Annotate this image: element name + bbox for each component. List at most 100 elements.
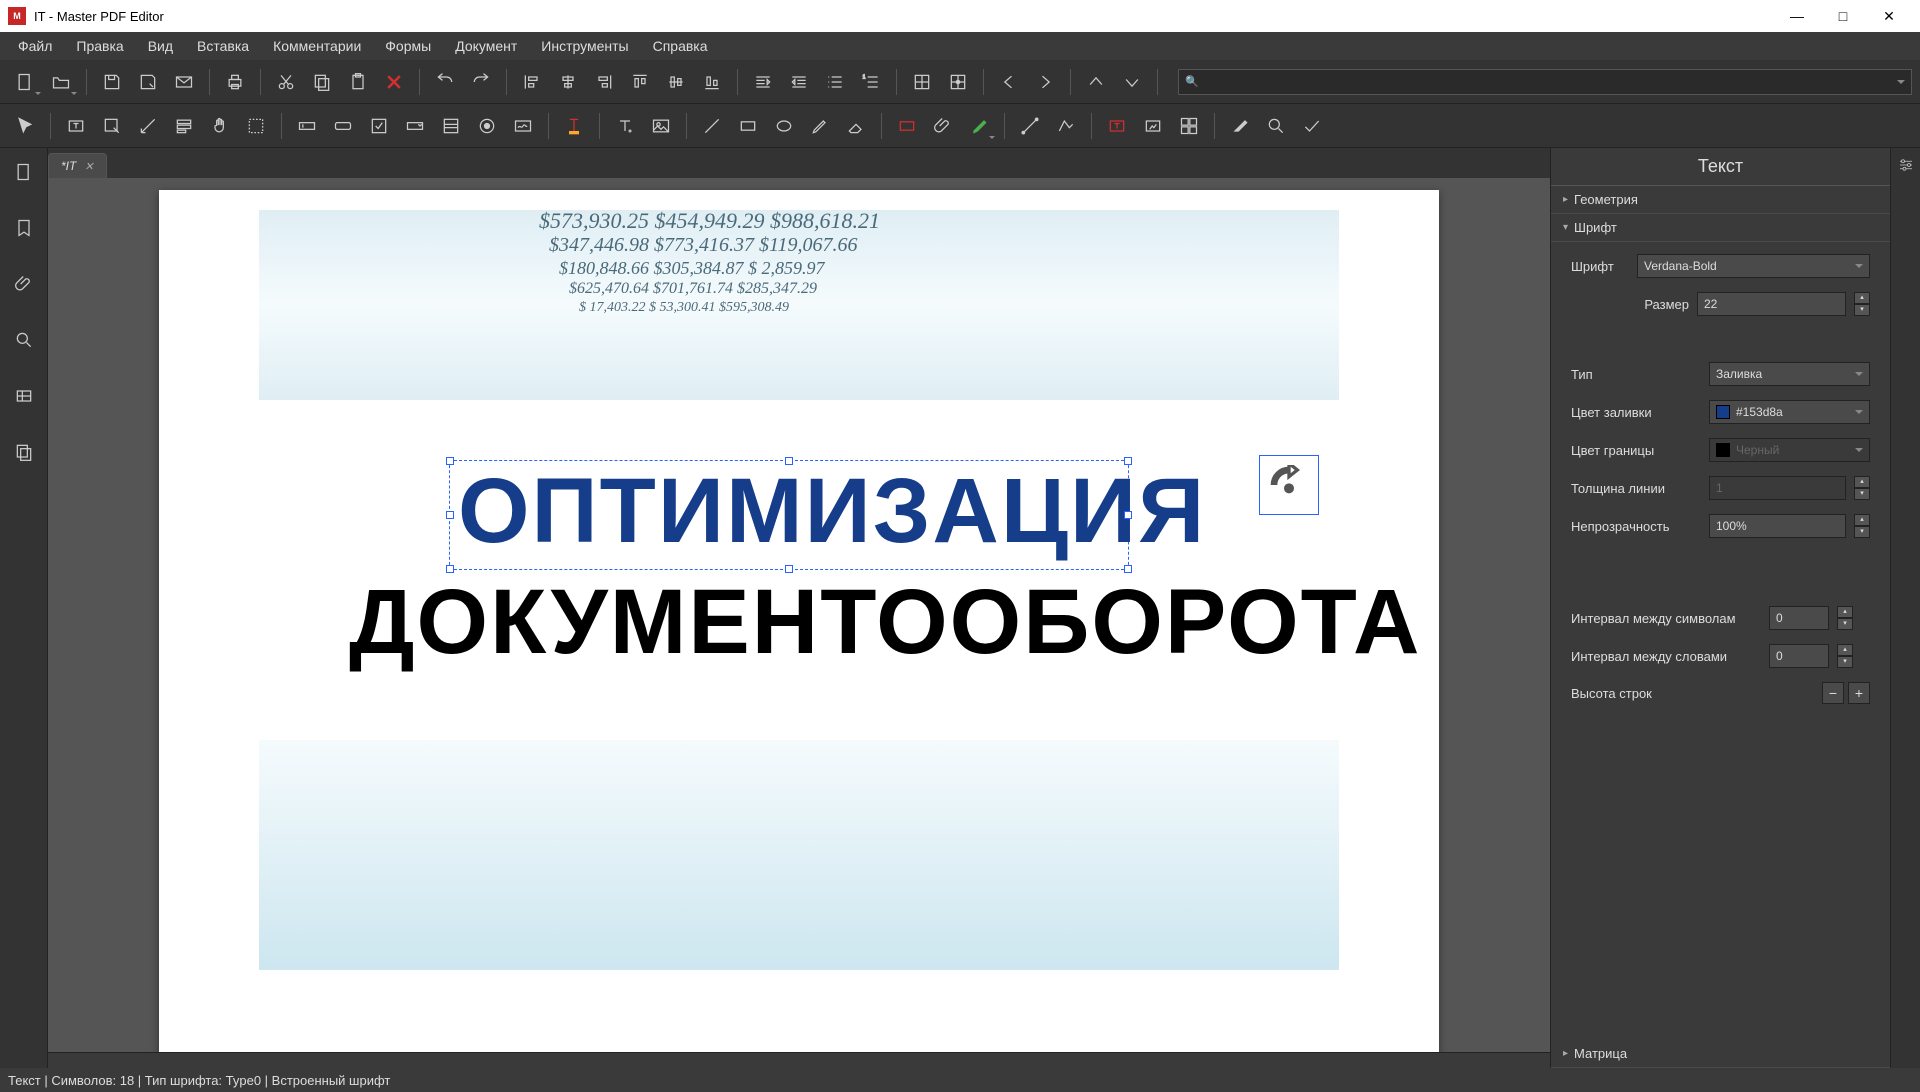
measure-line-tool[interactable]	[1013, 109, 1047, 143]
list-button[interactable]	[818, 65, 852, 99]
new-file-button[interactable]	[8, 65, 42, 99]
font-select[interactable]: Verdana-Bold	[1637, 254, 1870, 278]
wordspace-spinner[interactable]: ▴▾	[1837, 644, 1853, 668]
rotate-handle[interactable]	[1259, 455, 1319, 515]
scroll-down-button[interactable]	[1115, 65, 1149, 99]
section-matrix[interactable]: ▸Матрица	[1551, 1040, 1890, 1068]
combobox-tool[interactable]	[398, 109, 432, 143]
menu-help[interactable]: Справка	[643, 34, 718, 58]
highlight-area-tool[interactable]	[962, 109, 996, 143]
close-button[interactable]: ✕	[1866, 0, 1912, 32]
pages-button[interactable]	[8, 436, 40, 468]
search-box[interactable]: 🔍	[1178, 69, 1912, 95]
edit-form-tool[interactable]	[167, 109, 201, 143]
layers-button[interactable]	[8, 380, 40, 412]
type-select[interactable]: Заливка	[1709, 362, 1870, 386]
select-tool[interactable]	[8, 109, 42, 143]
redact-tool[interactable]	[1223, 109, 1257, 143]
snap-button[interactable]	[941, 65, 975, 99]
attachments-button[interactable]	[8, 268, 40, 300]
undo-button[interactable]	[428, 65, 462, 99]
menu-view[interactable]: Вид	[138, 34, 183, 58]
grid-button[interactable]	[905, 65, 939, 99]
bookmarks-button[interactable]	[8, 212, 40, 244]
delete-button[interactable]	[377, 65, 411, 99]
edit-text-tool[interactable]	[59, 109, 93, 143]
line-tool[interactable]	[695, 109, 729, 143]
align-bottom-button[interactable]	[695, 65, 729, 99]
hand-tool[interactable]	[203, 109, 237, 143]
button-tool[interactable]	[326, 109, 360, 143]
menu-edit[interactable]: Правка	[66, 34, 133, 58]
open-file-button[interactable]	[44, 65, 78, 99]
settings-icon[interactable]	[1897, 156, 1915, 177]
file-tab[interactable]: *IT ✕	[48, 153, 107, 178]
save-as-button[interactable]	[131, 65, 165, 99]
text-line2[interactable]: ДОКУМЕНТООБОРОТА	[349, 570, 1421, 675]
next-page-button[interactable]	[1028, 65, 1062, 99]
fill-color-select[interactable]: #153d8a	[1709, 400, 1870, 424]
horizontal-scrollbar[interactable]	[48, 1052, 1550, 1068]
menu-file[interactable]: Файл	[8, 34, 62, 58]
align-center-h-button[interactable]	[551, 65, 585, 99]
tab-close-icon[interactable]: ✕	[84, 160, 93, 173]
radio-tool[interactable]	[470, 109, 504, 143]
cut-button[interactable]	[269, 65, 303, 99]
align-middle-button[interactable]	[659, 65, 693, 99]
highlight-tool[interactable]	[557, 109, 591, 143]
initials-tool[interactable]	[1172, 109, 1206, 143]
menu-tools[interactable]: Инструменты	[531, 34, 638, 58]
select-text-tool[interactable]	[239, 109, 273, 143]
text-field-tool[interactable]	[290, 109, 324, 143]
menu-comments[interactable]: Комментарии	[263, 34, 371, 58]
minimize-button[interactable]: —	[1774, 0, 1820, 32]
listbox-tool[interactable]	[434, 109, 468, 143]
align-right-button[interactable]	[587, 65, 621, 99]
align-left-button[interactable]	[515, 65, 549, 99]
paste-button[interactable]	[341, 65, 375, 99]
eraser-tool[interactable]	[839, 109, 873, 143]
checkbox-tool[interactable]	[362, 109, 396, 143]
rectangle-tool[interactable]	[731, 109, 765, 143]
print-button[interactable]	[218, 65, 252, 99]
email-button[interactable]	[167, 65, 201, 99]
indent-right-button[interactable]	[782, 65, 816, 99]
copy-button[interactable]	[305, 65, 339, 99]
checkmark-tool[interactable]	[1295, 109, 1329, 143]
edit-object-tool[interactable]	[95, 109, 129, 143]
size-input[interactable]: 22	[1697, 292, 1846, 316]
attachment-tool[interactable]	[926, 109, 960, 143]
charspace-spinner[interactable]: ▴▾	[1837, 606, 1853, 630]
rect-annotation-tool[interactable]	[890, 109, 924, 143]
add-text-tool[interactable]	[608, 109, 642, 143]
signature-tool[interactable]	[506, 109, 540, 143]
charspace-input[interactable]: 0	[1769, 606, 1829, 630]
lineheight-plus[interactable]: +	[1848, 682, 1870, 704]
redo-button[interactable]	[464, 65, 498, 99]
size-spinner[interactable]: ▴▾	[1854, 292, 1870, 316]
measure-poly-tool[interactable]	[1049, 109, 1083, 143]
maximize-button[interactable]: □	[1820, 0, 1866, 32]
search-input[interactable]	[1205, 75, 1891, 89]
canvas-area[interactable]: $573,930.25 $454,949.29 $988,618.21 $347…	[48, 178, 1550, 1052]
search-tool[interactable]	[1259, 109, 1293, 143]
opacity-spinner[interactable]: ▴▾	[1854, 514, 1870, 538]
text-box-tool[interactable]	[1100, 109, 1134, 143]
edit-vector-tool[interactable]	[131, 109, 165, 143]
search-sidebar-button[interactable]	[8, 324, 40, 356]
thumbnails-button[interactable]	[8, 156, 40, 188]
stamp-tool[interactable]	[1136, 109, 1170, 143]
prev-page-button[interactable]	[992, 65, 1026, 99]
numbered-list-button[interactable]: 1	[854, 65, 888, 99]
pdf-page[interactable]: $573,930.25 $454,949.29 $988,618.21 $347…	[159, 190, 1439, 1052]
opacity-input[interactable]: 100%	[1709, 514, 1846, 538]
menu-insert[interactable]: Вставка	[187, 34, 259, 58]
align-top-button[interactable]	[623, 65, 657, 99]
section-font[interactable]: ▾Шрифт	[1551, 214, 1890, 242]
indent-left-button[interactable]	[746, 65, 780, 99]
wordspace-input[interactable]: 0	[1769, 644, 1829, 668]
save-button[interactable]	[95, 65, 129, 99]
selected-text-object[interactable]: ОПТИМИЗАЦИЯ	[449, 460, 1129, 570]
pencil-tool[interactable]	[803, 109, 837, 143]
section-geometry[interactable]: ▸Геометрия	[1551, 186, 1890, 214]
